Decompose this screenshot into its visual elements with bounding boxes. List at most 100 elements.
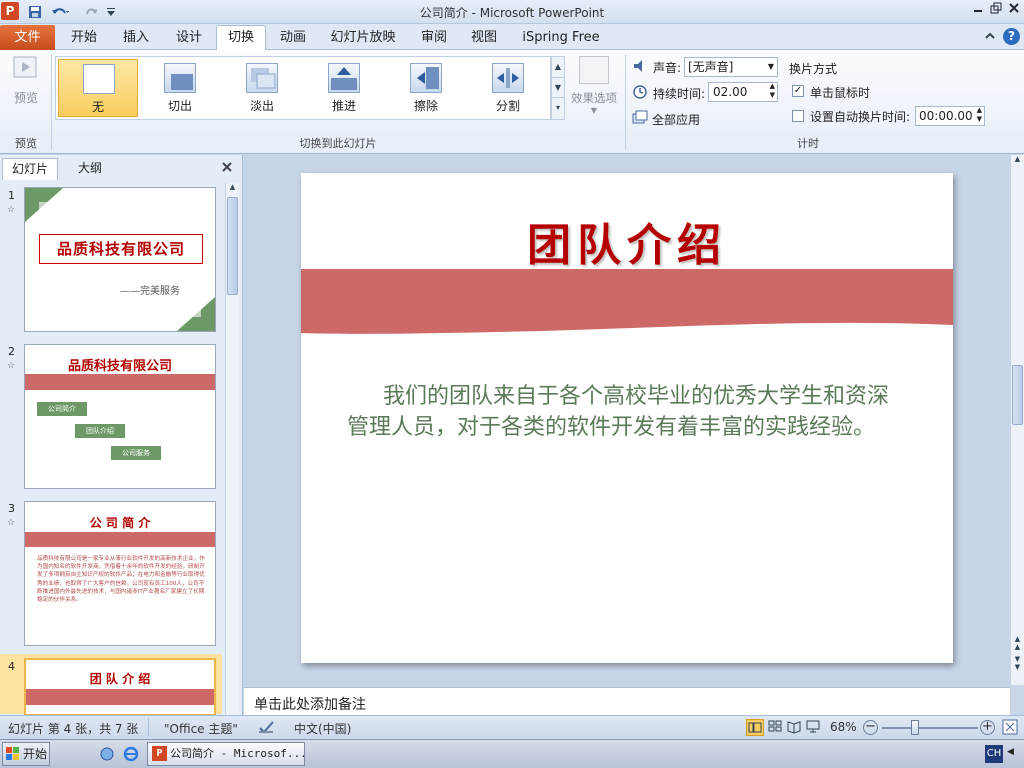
minimize-icon[interactable] — [970, 2, 986, 18]
previous-slide-icon[interactable]: ▲ ▲ — [1012, 635, 1023, 651]
restore-icon[interactable] — [988, 2, 1004, 18]
apply-all-icon — [632, 110, 648, 126]
gallery-up-icon[interactable]: ▲ — [552, 57, 564, 77]
transition-none[interactable]: 无 — [58, 59, 138, 117]
window-title: 公司简介 - Microsoft PowerPoint — [419, 6, 605, 20]
taskbar-powerpoint-button[interactable]: P 公司简介 - Microsof... — [147, 742, 305, 766]
transition-push[interactable]: 推进 — [304, 59, 384, 117]
scroll-thumb[interactable] — [227, 197, 238, 295]
duration-spinner[interactable]: 02.00 ▲ ▼ — [708, 82, 778, 102]
transition-label: 无 — [91, 100, 104, 114]
internet-explorer-icon[interactable] — [123, 746, 139, 762]
transition-fade[interactable]: 淡出 — [222, 59, 302, 117]
start-button[interactable]: 开始 — [2, 742, 50, 766]
gallery-more-icon[interactable]: ▾ — [552, 97, 564, 117]
chevron-down-icon: ▼ — [767, 62, 774, 71]
current-slide[interactable]: 团队介绍 我们的团队来自于各个高校毕业的优秀大学生和资深管理人员，对于各类的软件… — [301, 173, 953, 663]
thumbnail-band — [25, 532, 215, 547]
slide-red-band — [301, 269, 953, 334]
zoom-level[interactable]: 68% — [830, 720, 857, 734]
auto-advance-spinner[interactable]: 00:00.00 ▲ ▼ — [915, 106, 985, 126]
thumbnail-box: 团队介绍 — [75, 424, 125, 438]
gallery-scroll[interactable]: ▲ ▼ ▾ — [551, 56, 565, 120]
editor-scrollbar[interactable]: ▲ ▲ ▲ ▼ ▼ — [1010, 155, 1024, 685]
on-click-checkbox[interactable]: ✓ — [792, 85, 804, 97]
apply-all-button[interactable]: 全部应用 — [652, 111, 700, 128]
preview-button[interactable]: 预览 — [6, 54, 46, 112]
transition-wipe[interactable]: 擦除 — [386, 59, 466, 117]
spinner-arrows-icon[interactable]: ▲ ▼ — [977, 106, 982, 124]
auto-advance-checkbox[interactable] — [792, 110, 804, 122]
gallery-down-icon[interactable]: ▼ — [552, 77, 564, 97]
slide-sorter-icon[interactable] — [767, 719, 785, 736]
language-indicator[interactable]: 中文(中国) — [294, 720, 351, 737]
close-panel-icon[interactable] — [221, 161, 235, 175]
reading-view-icon[interactable] — [786, 719, 804, 736]
next-slide-icon[interactable]: ▼ ▼ — [1012, 655, 1023, 671]
zoom-slider-thumb[interactable] — [910, 720, 919, 735]
help-icon[interactable]: ? — [1003, 28, 1020, 45]
slide-thumbnail-4[interactable]: 团 队 介 绍 — [24, 658, 216, 716]
tab-design[interactable]: 设计 — [166, 28, 212, 50]
collapse-ribbon-icon[interactable] — [984, 30, 998, 44]
transition-split-icon — [492, 63, 524, 93]
fit-to-window-icon[interactable] — [1002, 719, 1019, 736]
spellcheck-icon[interactable] — [258, 719, 276, 735]
slide-thumbnail-1[interactable]: 品质科技有限公司 ——完美服务 — [24, 187, 216, 332]
slide-number: 1 — [8, 189, 15, 202]
zoom-in-icon[interactable]: + — [980, 720, 995, 735]
auto-advance-value: 00:00.00 — [919, 109, 973, 123]
spinner-arrows-icon[interactable]: ▲ ▼ — [770, 82, 775, 100]
close-icon[interactable] — [1006, 2, 1022, 18]
transition-none-icon — [83, 64, 115, 94]
tab-view[interactable]: 视图 — [462, 28, 506, 50]
tab-slides[interactable]: 幻灯片 — [2, 158, 58, 180]
transition-fade-icon — [246, 63, 278, 93]
tab-animations[interactable]: 动画 — [270, 28, 316, 50]
tab-ispring[interactable]: iSpring Free — [518, 28, 604, 50]
slide-thumbnail-2[interactable]: 品质科技有限公司 公司简介 团队介绍 公司服务 — [24, 344, 216, 489]
group-divider — [51, 54, 52, 150]
tab-slideshow[interactable]: 幻灯片放映 — [326, 28, 400, 50]
slide-number: 4 — [8, 660, 15, 673]
effect-options-button[interactable]: 效果选项 ▼ — [566, 54, 622, 124]
slides-panel-scrollbar[interactable]: ▲ — [225, 183, 239, 715]
normal-view-icon[interactable] — [746, 719, 764, 736]
tab-file[interactable]: 文件 — [0, 25, 55, 50]
tab-home[interactable]: 开始 — [62, 28, 106, 50]
taskbar-task-label: 公司简介 - Microsof... — [170, 747, 305, 760]
notes-pane[interactable]: 单击此处添加备注 — [244, 687, 1010, 715]
tray-expand-icon[interactable]: ◀ — [1007, 747, 1019, 761]
slide-title[interactable]: 团队介绍 — [301, 209, 953, 273]
tab-review[interactable]: 审阅 — [412, 28, 456, 50]
zoom-out-icon[interactable]: − — [863, 720, 878, 735]
effect-options-label: 效果选项 — [571, 91, 617, 105]
slide-thumbnail-3[interactable]: 公 司 简 介 品质科技有限公司是一家专业从事行业软件开发的高新技术企业，作为国… — [24, 501, 216, 646]
animation-star-icon: ☆ — [7, 361, 16, 371]
slide-number: 2 — [8, 345, 15, 358]
preview-label: 预览 — [13, 91, 38, 105]
scroll-up-icon[interactable]: ▲ — [1011, 155, 1024, 163]
slideshow-view-icon[interactable] — [805, 719, 823, 736]
quick-launch-icon[interactable] — [99, 746, 115, 762]
tab-outline[interactable]: 大纲 — [62, 158, 118, 180]
effect-options-icon — [579, 56, 609, 84]
powerpoint-app-icon: P — [152, 746, 167, 761]
slide-body-text[interactable]: 我们的团队来自于各个高校毕业的优秀大学生和资深管理人员，对于各类的软件开发有着丰… — [347, 381, 907, 443]
zoom-slider-track[interactable] — [882, 727, 978, 729]
tab-insert[interactable]: 插入 — [114, 28, 158, 50]
scroll-up-icon[interactable]: ▲ — [226, 183, 239, 191]
slides-panel: 幻灯片 大纲 1 ☆ 品质科技有限公司 ——完美服务 2 ☆ 品质科技有限公司 … — [0, 155, 243, 716]
ribbon-tab-row: 文件 开始 插入 设计 切换 动画 幻灯片放映 审阅 视图 iSpring Fr… — [0, 24, 1024, 51]
scroll-thumb[interactable] — [1012, 365, 1023, 425]
start-label: 开始 — [23, 747, 48, 761]
transition-split[interactable]: 分割 — [468, 59, 548, 117]
preview-icon — [13, 56, 37, 78]
thumbnail-title: 品质科技有限公司 — [67, 359, 172, 374]
transition-cut[interactable]: 切出 — [140, 59, 220, 117]
transition-label: 淡出 — [249, 99, 274, 113]
sound-dropdown[interactable]: [无声音] ▼ — [684, 57, 778, 77]
tab-transitions[interactable]: 切换 — [216, 25, 266, 51]
ime-indicator[interactable]: CH — [985, 745, 1003, 763]
effect-options-arrow-icon: ▼ — [590, 106, 598, 115]
